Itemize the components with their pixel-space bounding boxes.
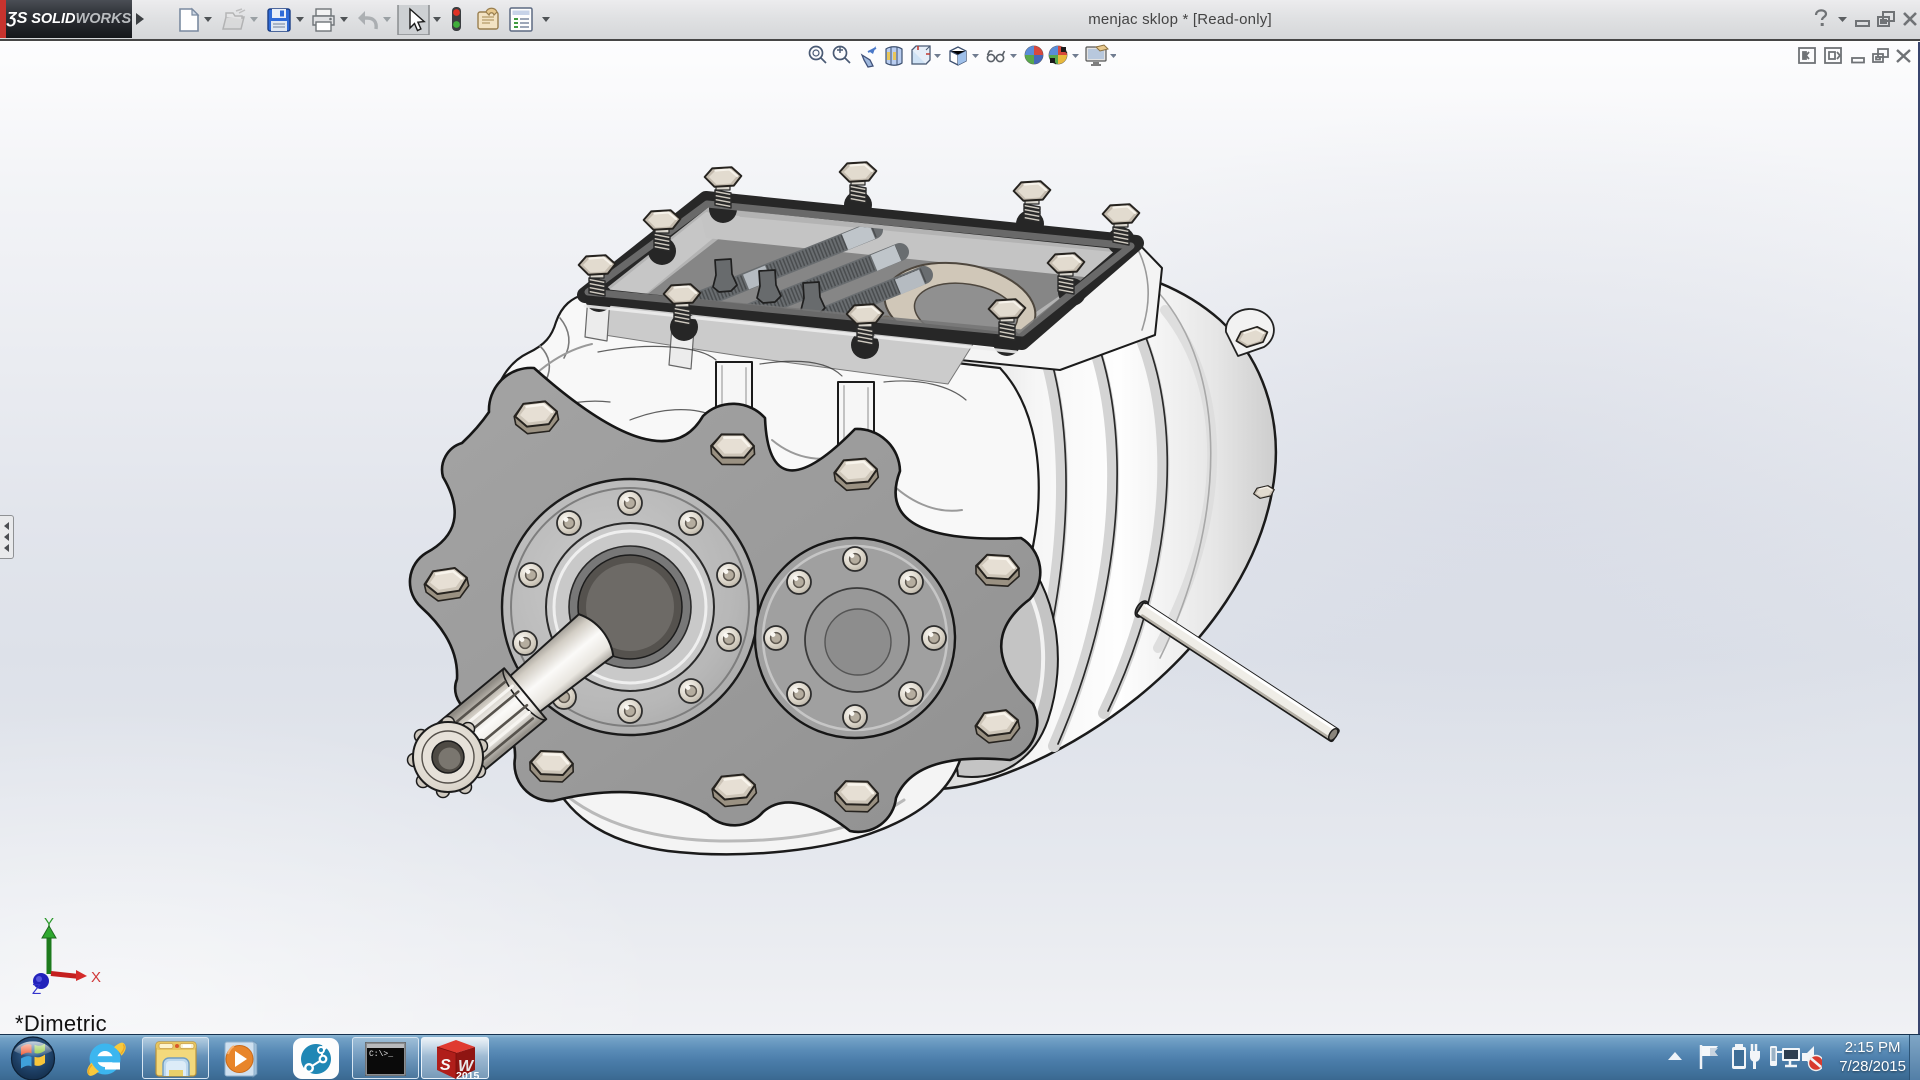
svg-text:C:\>_: C:\>_ bbox=[369, 1050, 393, 1059]
svg-text:2015: 2015 bbox=[456, 1070, 479, 1080]
svg-text:Z: Z bbox=[32, 981, 41, 998]
svg-text:X: X bbox=[91, 969, 101, 986]
svg-text:S: S bbox=[440, 1057, 451, 1074]
